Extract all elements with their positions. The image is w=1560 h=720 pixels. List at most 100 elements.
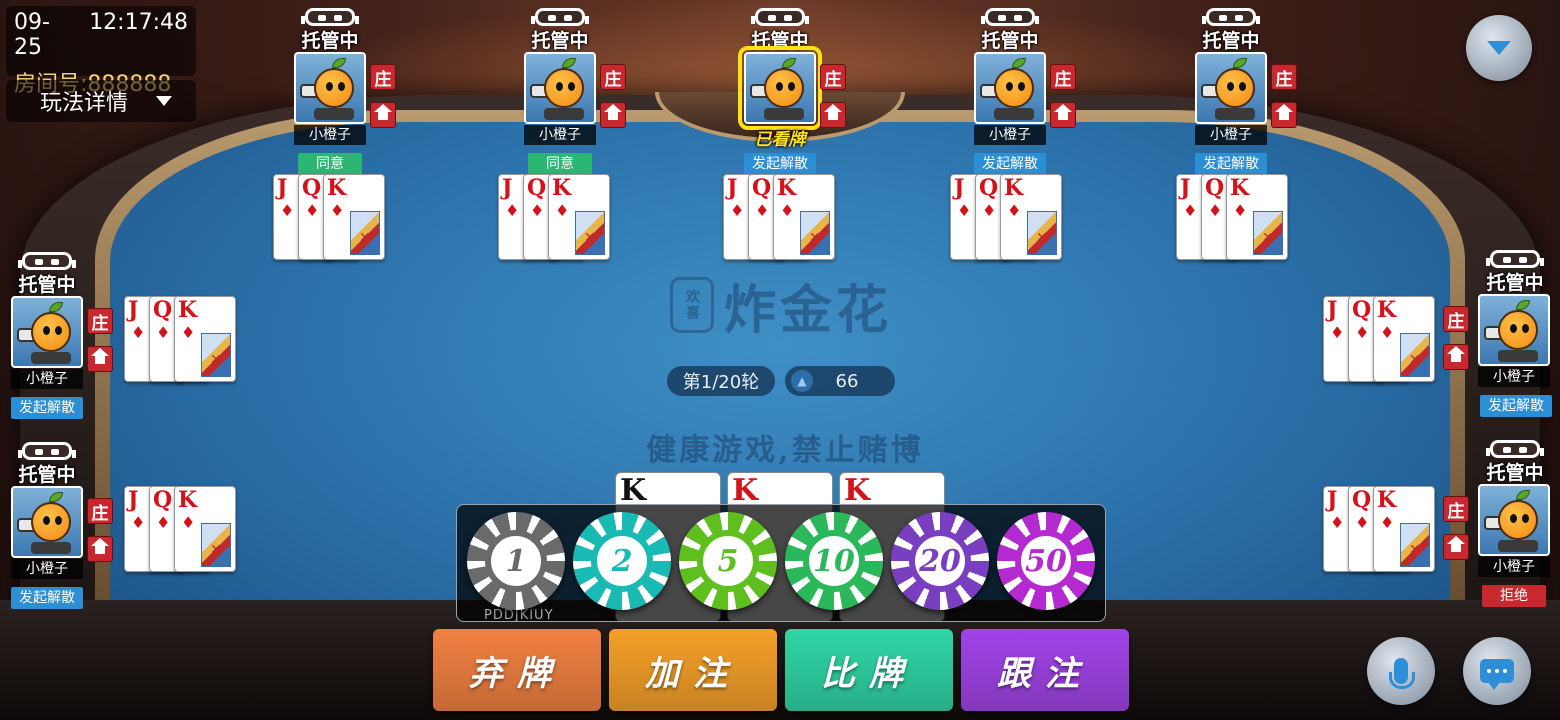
diamond-suit-icon: ♦ xyxy=(330,201,345,220)
card-rank: J xyxy=(1327,297,1338,323)
diamond-suit-icon: ♦ xyxy=(730,201,745,220)
card-rank: J xyxy=(128,487,139,513)
avatar[interactable] xyxy=(294,52,366,124)
avatar[interactable] xyxy=(11,296,83,368)
player-hand: J ♦ Q ♦ K ♦ xyxy=(273,174,387,262)
chip-5[interactable]: 5 xyxy=(679,512,777,610)
dissolve-status: 发起解散 xyxy=(11,397,83,419)
avatar[interactable] xyxy=(1195,52,1267,124)
player-seat[interactable]: 托管中 庄 小橙子 拒绝 xyxy=(1440,440,1550,607)
game-logo: 欢喜 炸金花 xyxy=(670,270,900,341)
card-rank: J xyxy=(277,175,288,201)
diamond-suit-icon: ♦ xyxy=(1330,323,1345,342)
dealer-badge: 庄 xyxy=(1050,64,1076,90)
diamond-suit-icon: ♦ xyxy=(131,323,146,342)
player-seat[interactable]: 托管中 庄 小橙子 同意 xyxy=(524,8,626,175)
chip-50[interactable]: 50 xyxy=(997,512,1095,610)
card-rank: J xyxy=(128,297,139,323)
chat-icon xyxy=(1480,659,1514,690)
self-player-id: PDDJKIUY xyxy=(484,608,554,623)
chip-value: 2 xyxy=(591,530,653,592)
diamond-suit-icon: ♦ xyxy=(280,201,295,220)
chat-button[interactable] xyxy=(1463,637,1531,705)
rules-label: 玩法详情 xyxy=(40,91,129,116)
auto-play-label: 托管中 xyxy=(751,30,809,52)
dissolve-status: 拒绝 xyxy=(1482,585,1546,607)
diamond-suit-icon: ♦ xyxy=(1380,513,1395,532)
player-seat[interactable]: 托管中 庄 小橙子 发起解散 xyxy=(1440,250,1552,417)
compare-button[interactable]: 比牌 xyxy=(785,629,953,711)
chip-1[interactable]: 1 xyxy=(467,512,565,610)
player-seat[interactable]: 托管中 庄 小橙子 发起解散 xyxy=(11,252,113,419)
dealer-badge: 庄 xyxy=(87,308,113,334)
player-name: 小橙子 xyxy=(1195,125,1267,145)
card-rank: J xyxy=(1327,487,1338,513)
card-rank: K xyxy=(552,175,572,201)
player-seat[interactable]: 托管中 庄 小橙子 同意 xyxy=(294,8,396,175)
diamond-suit-icon: ♦ xyxy=(1007,201,1022,220)
pot-icon: ▲ xyxy=(791,370,813,392)
diamond-suit-icon: ♦ xyxy=(305,201,320,220)
card-rank: K xyxy=(178,297,198,323)
home-icon xyxy=(1050,102,1076,128)
player-name: 小橙子 xyxy=(1478,367,1550,387)
chip-value: 5 xyxy=(697,530,759,592)
player-seat-active[interactable]: 托管中 庄 已看牌 发起解散 xyxy=(738,8,846,175)
playing-card: K ♦ xyxy=(323,174,385,260)
player-seat[interactable]: 托管中 庄 小橙子 发起解散 xyxy=(11,442,113,609)
player-hand: J ♦ Q ♦ K ♦ xyxy=(124,486,238,574)
home-icon xyxy=(370,102,396,128)
fold-button[interactable]: 弃牌 xyxy=(433,629,601,711)
king-face-icon xyxy=(1400,333,1430,377)
player-seat[interactable]: 托管中 庄 小橙子 发起解散 xyxy=(1195,8,1297,175)
diamond-suit-icon: ♦ xyxy=(181,513,196,532)
chip-2[interactable]: 2 xyxy=(573,512,671,610)
playing-card: K ♦ xyxy=(548,174,610,260)
chip-value: 1 xyxy=(485,530,547,592)
player-name: 小橙子 xyxy=(524,125,596,145)
playing-card: K ♦ xyxy=(773,174,835,260)
card-rank: J xyxy=(1180,175,1191,201)
microphone-icon xyxy=(1389,658,1415,689)
card-rank: Q xyxy=(979,175,999,201)
diamond-suit-icon: ♦ xyxy=(780,201,795,220)
home-icon xyxy=(87,536,113,562)
chip-10[interactable]: 10 xyxy=(785,512,883,610)
dissolve-status: 同意 xyxy=(298,153,362,175)
health-notice: 健康游戏,禁止赌博 xyxy=(646,433,924,468)
chip-20[interactable]: 20 xyxy=(891,512,989,610)
rules-details-button[interactable]: 玩法详情 xyxy=(6,80,196,122)
playing-card: K ♦ xyxy=(174,486,236,572)
home-icon xyxy=(600,102,626,128)
call-button[interactable]: 跟注 xyxy=(961,629,1129,711)
diamond-suit-icon: ♦ xyxy=(555,201,570,220)
avatar[interactable] xyxy=(524,52,596,124)
playing-card: K ♦ xyxy=(1373,486,1435,572)
raise-button[interactable]: 加注 xyxy=(609,629,777,711)
menu-dropdown-button[interactable] xyxy=(1466,15,1532,81)
player-seat[interactable]: 托管中 庄 小橙子 发起解散 xyxy=(974,8,1076,175)
dealer-badge: 庄 xyxy=(1443,306,1469,332)
dissolve-status: 发起解散 xyxy=(1195,153,1267,175)
home-icon xyxy=(1443,344,1469,370)
diamond-suit-icon: ♦ xyxy=(1355,513,1370,532)
pot-value: 66 xyxy=(835,370,859,392)
player-name: 小橙子 xyxy=(974,125,1046,145)
avatar[interactable] xyxy=(11,486,83,558)
king-face-icon xyxy=(1253,211,1283,255)
robot-icon xyxy=(981,8,1039,26)
avatar[interactable] xyxy=(1478,484,1550,556)
chevron-down-icon xyxy=(1487,41,1511,55)
voice-button[interactable] xyxy=(1367,637,1435,705)
playing-card: K ♦ xyxy=(1226,174,1288,260)
diamond-suit-icon: ♦ xyxy=(1380,323,1395,342)
auto-play-label: 托管中 xyxy=(1486,462,1544,484)
room-info-panel: 09-25 12:17:48 房间号:888888 xyxy=(6,6,196,97)
player-hand: J ♦ Q ♦ K ♦ xyxy=(950,174,1064,262)
diamond-suit-icon: ♦ xyxy=(156,513,171,532)
avatar[interactable] xyxy=(974,52,1046,124)
card-rank: Q xyxy=(752,175,772,201)
avatar[interactable] xyxy=(738,46,822,130)
card-rank: Q xyxy=(302,175,322,201)
avatar[interactable] xyxy=(1478,294,1550,366)
